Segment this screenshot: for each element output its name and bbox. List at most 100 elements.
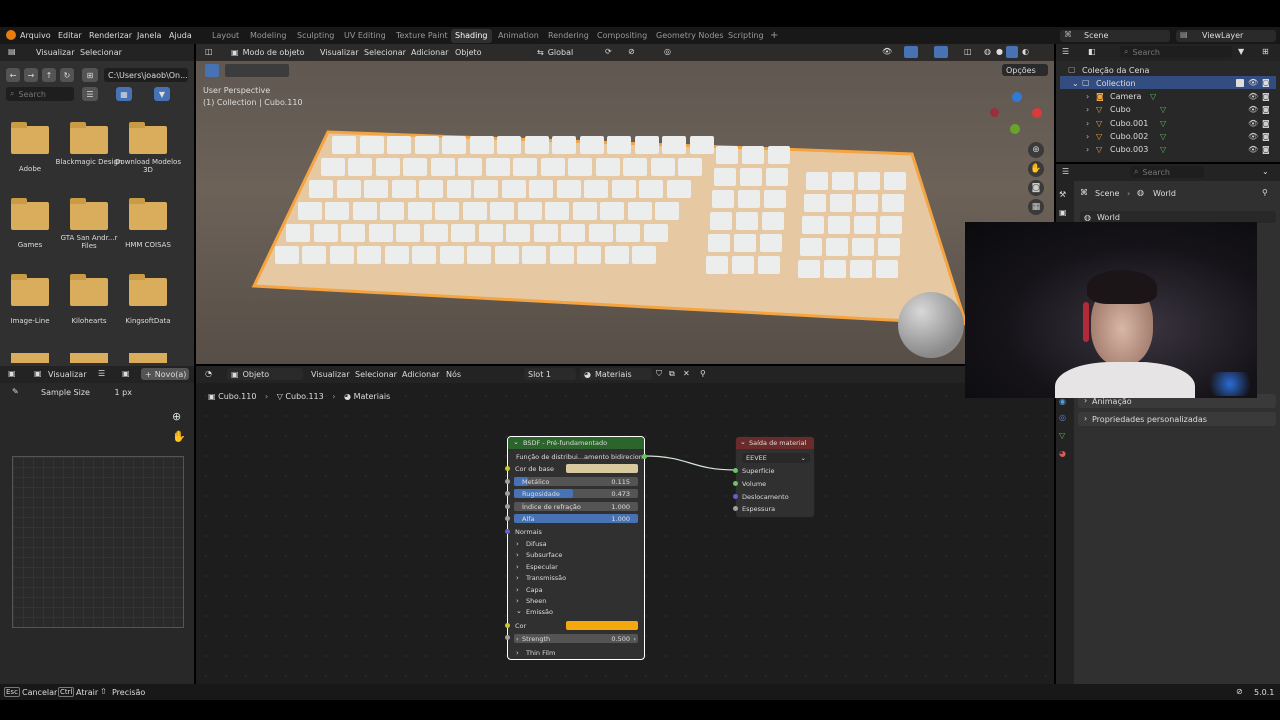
outliner-item[interactable] <box>1060 103 1276 116</box>
eye-icon[interactable]: 👁 <box>1248 132 1258 141</box>
blender-logo-icon[interactable] <box>6 30 16 40</box>
outliner-item[interactable] <box>1060 90 1276 103</box>
menu-janela[interactable]: Janela <box>137 31 161 40</box>
tool-tab-icon[interactable]: ⚒ <box>1059 190 1066 199</box>
pivot-icon[interactable]: ⟳ <box>605 47 612 56</box>
eye-icon[interactable]: 👁 <box>1248 92 1258 101</box>
thickness-socket[interactable] <box>733 506 738 511</box>
eye-icon[interactable]: 👁 <box>1248 105 1258 114</box>
viewport-menu-object[interactable]: Objeto <box>455 48 482 57</box>
editor-type-icon[interactable]: ◔ <box>205 369 212 378</box>
engine-selector[interactable]: EEVEE ⌄ <box>742 453 810 463</box>
viewport-menu-view[interactable]: Visualizar <box>320 48 359 57</box>
camera-view-icon[interactable]: ◙ <box>1028 180 1044 196</box>
camera-render-icon[interactable]: ◙ <box>1262 145 1270 154</box>
scene-selector[interactable] <box>1060 30 1170 42</box>
thumbnail-view-button[interactable]: ▦ <box>116 87 132 101</box>
eyedropper-icon[interactable]: ✎ <box>12 387 19 396</box>
pin-icon[interactable]: ⚲ <box>700 369 706 378</box>
chevron-right-icon[interactable]: › <box>1086 132 1089 141</box>
shading-rendered-icon[interactable]: ◐ <box>1022 47 1029 56</box>
roughness-field[interactable]: Rugosidade 0.473 <box>514 489 638 498</box>
metallic-field[interactable]: Metálico 0.115 <box>514 477 638 486</box>
xray-icon[interactable]: ◫ <box>964 47 972 56</box>
outliner-item-label[interactable]: Cubo.002 <box>1110 132 1148 141</box>
image-menu-view[interactable]: Visualizar <box>48 370 87 379</box>
chevron-right-icon[interactable]: › <box>633 635 636 643</box>
principled-bsdf-node[interactable]: ⌄ BSDF - Pré-fundamentado Função de dist… <box>507 436 645 660</box>
editor-type-icon[interactable]: ▤ <box>8 47 16 56</box>
eye-icon[interactable]: 👁 <box>1248 78 1258 87</box>
tab-shading[interactable]: Shading <box>451 29 492 43</box>
outliner-item-label[interactable]: Camera <box>1110 92 1141 101</box>
camera-render-icon[interactable]: ◙ <box>1262 105 1270 114</box>
back-button[interactable]: ← <box>6 68 20 82</box>
proportional-edit-icon[interactable]: ◎ <box>664 47 671 56</box>
metallic-socket[interactable] <box>505 479 510 484</box>
camera-render-icon[interactable]: ◙ <box>1262 78 1270 87</box>
data-tab-icon[interactable]: ▽ <box>1059 431 1065 440</box>
viewport-menu-add[interactable]: Adicionar <box>411 48 448 57</box>
eye-icon[interactable]: 👁 <box>1248 145 1258 154</box>
material-output-node[interactable]: ⌄ Saída de material EEVEE ⌄ Superfície V… <box>735 436 815 518</box>
camera-render-icon[interactable]: ◙ <box>1262 119 1270 128</box>
gizmo-toggle-icon[interactable] <box>904 46 918 58</box>
base-color-swatch[interactable] <box>566 464 638 473</box>
node-menu-add[interactable]: Adicionar <box>402 370 439 379</box>
sphere-object[interactable] <box>898 292 964 358</box>
slot-selector[interactable]: Slot 1 <box>524 368 576 380</box>
material-selector[interactable]: ◕ Materiais <box>580 368 652 380</box>
sample-size-field[interactable]: 1 px <box>92 386 136 398</box>
outliner-item[interactable] <box>1060 117 1276 130</box>
file-menu-view[interactable]: Visualizar <box>36 48 75 57</box>
render-tab-icon[interactable]: ▣ <box>1059 208 1067 217</box>
overlay-toggle-icon[interactable] <box>934 46 948 58</box>
forward-button[interactable]: → <box>24 68 38 82</box>
refresh-button[interactable]: ↻ <box>60 68 74 82</box>
filter-icon[interactable]: ▼ <box>1238 47 1244 56</box>
editor-type-icon[interactable]: ☰ <box>1062 167 1069 176</box>
tab-texture-paint[interactable]: Texture Paint <box>392 29 452 43</box>
editor-type-icon[interactable]: ◫ <box>205 47 213 56</box>
bsdf-section-label[interactable]: Sheen <box>526 597 546 605</box>
roughness-socket[interactable] <box>505 491 510 496</box>
zoom-icon[interactable]: ⊕ <box>172 410 181 423</box>
folder-gta[interactable]: GTA San Andr...r Files <box>59 196 119 266</box>
shading-wireframe-icon[interactable]: ◍ <box>984 47 991 56</box>
zoom-view-icon[interactable]: ⊕ <box>1028 142 1044 158</box>
material-tab-icon[interactable]: ◕ <box>1059 449 1066 458</box>
chevron-down-icon[interactable]: ⌄ <box>513 438 519 446</box>
hand-icon[interactable]: ✋ <box>172 430 186 443</box>
select-mode-group[interactable] <box>225 64 289 77</box>
image-view-icon[interactable]: ▣ <box>34 369 42 378</box>
pan-view-icon[interactable]: ✋ <box>1028 161 1044 177</box>
node-menu-select[interactable]: Selecionar <box>355 370 397 379</box>
eye-icon[interactable]: 👁 <box>1248 119 1258 128</box>
base-color-socket[interactable] <box>505 466 510 471</box>
tab-scripting[interactable]: Scripting <box>724 29 768 43</box>
chevron-right-icon[interactable]: › <box>1086 145 1089 154</box>
outliner-item[interactable] <box>1060 143 1276 156</box>
bsdf-section-label[interactable]: Subsurface <box>526 551 562 559</box>
chevron-right-icon[interactable]: › <box>516 597 519 605</box>
tab-rendering[interactable]: Rendering <box>544 29 593 43</box>
bsdf-section-label[interactable]: Capa <box>526 586 543 594</box>
chevron-down-icon[interactable]: ⌄ <box>516 607 522 615</box>
chevron-right-icon[interactable]: › <box>1086 105 1089 114</box>
chevron-right-icon[interactable]: › <box>516 649 519 657</box>
alpha-socket[interactable] <box>505 516 510 521</box>
chevron-right-icon[interactable]: › <box>516 551 519 559</box>
emission-label[interactable]: Emissão <box>526 608 553 616</box>
bsdf-section-label[interactable]: Transmissão <box>526 574 566 582</box>
strength-field[interactable]: ‹ Strength 0.500 › <box>514 634 638 643</box>
tab-geometry-nodes[interactable]: Geometry Nodes <box>652 29 727 43</box>
ior-socket[interactable] <box>505 504 510 509</box>
image-canvas[interactable] <box>12 456 184 628</box>
folder-kilohearts[interactable]: Kilohearts <box>59 272 119 342</box>
camera-render-icon[interactable]: ◙ <box>1262 92 1270 101</box>
outliner-item[interactable] <box>1060 130 1276 143</box>
bsdf-section-label[interactable]: Especular <box>526 563 558 571</box>
folder-hmm[interactable]: HMM COISAS <box>118 196 178 266</box>
orientation-selector[interactable]: ⇆ Global <box>533 46 599 58</box>
mode-selector[interactable]: ▣ Modo de objeto <box>227 46 311 58</box>
